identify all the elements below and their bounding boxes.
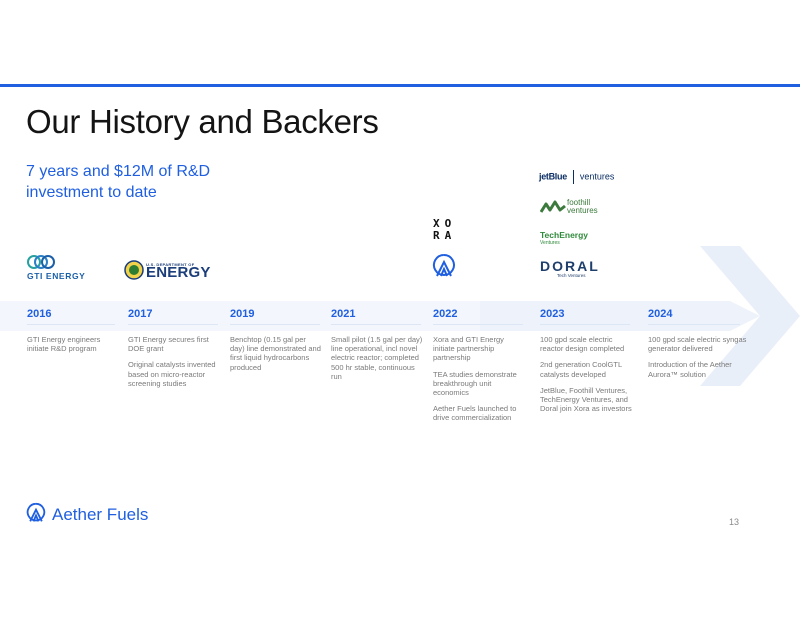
- timeline-item: GTI Energy engineers initiate R&D progra…: [27, 335, 101, 354]
- timeline-item: Benchtop (0.15 gal per day) line demonst…: [230, 335, 321, 372]
- logo-divider: [572, 170, 574, 184]
- timeline-divider: [128, 324, 218, 325]
- top-accent-bar: [0, 84, 800, 87]
- timeline-year: 2021: [331, 308, 356, 320]
- jetblue-ventures-logo: jetBlue ventures: [539, 170, 614, 184]
- subtitle-line-2: investment to date: [26, 184, 157, 201]
- xora-logo: XO RA: [433, 217, 457, 242]
- subtitle-line-1: 7 years and $12M of R&D: [26, 163, 211, 180]
- foothill-ventures-logo-text: foothill ventures: [567, 199, 598, 215]
- timeline-text: Benchtop (0.15 gal per day) line demonst…: [230, 335, 322, 379]
- timeline-text: Small pilot (1.5 gal per day) line opera…: [331, 335, 425, 388]
- doral-logo-subtext: Tech Ventures: [557, 273, 586, 278]
- gti-energy-logo-text: GTI ENERGY: [27, 271, 86, 281]
- doe-logo-text: ENERGY: [146, 264, 211, 281]
- jetblue-logo-text: jetBlue: [539, 171, 567, 182]
- timeline-text: 100 gpd scale electric reactor design co…: [540, 335, 634, 420]
- timeline-divider: [648, 324, 740, 325]
- timeline-year: 2016: [27, 308, 52, 320]
- timeline-year: 2019: [230, 308, 255, 320]
- timeline-item: Xora and GTI Energy initiate partnership…: [433, 335, 504, 363]
- timeline-divider: [27, 324, 115, 325]
- timeline-item: Introduction of the Aether Aurora™ solut…: [648, 360, 732, 379]
- page-number: 13: [729, 517, 740, 527]
- foothill-ventures-mountain-icon: [540, 200, 566, 213]
- techenergy-logo-text: TechEnergy: [540, 230, 589, 240]
- timeline-item: Original catalysts invented based on mic…: [128, 360, 216, 388]
- page-subtitle: 7 years and $12M of R&D investment to da…: [26, 161, 256, 203]
- timeline-divider: [331, 324, 421, 325]
- timeline-text: GTI Energy secures first DOE grant Origi…: [128, 335, 220, 395]
- timeline-item: GTI Energy secures first DOE grant: [128, 335, 209, 354]
- aether-fuels-logo-icon: [26, 502, 46, 522]
- timeline-divider: [540, 324, 630, 325]
- timeline-text: 100 gpd scale electric syngas generator …: [648, 335, 752, 386]
- timeline-item: 100 gpd scale electric syngas generator …: [648, 335, 747, 354]
- timeline-text: GTI Energy engineers initiate R&D progra…: [27, 335, 113, 360]
- timeline-item: 2nd generation CoolGTL catalysts develop…: [540, 360, 622, 379]
- gti-energy-logo-icon: [27, 255, 55, 269]
- timeline-divider: [433, 324, 523, 325]
- timeline-item: TEA studies demonstrate breakthrough uni…: [433, 369, 517, 398]
- foothill-line-2: ventures: [567, 206, 598, 215]
- timeline-item: JetBlue, Foothill Ventures, TechEnergy V…: [540, 385, 632, 414]
- page-title: Our History and Backers: [26, 103, 379, 140]
- aether-fuels-mark-icon: [432, 254, 455, 277]
- timeline-year: 2023: [540, 308, 565, 320]
- timeline-year: 2024: [648, 308, 673, 320]
- techenergy-logo-subtext: Ventures: [540, 240, 560, 246]
- timeline-divider: [230, 324, 320, 325]
- timeline-text: Xora and GTI Energy initiate partnership…: [433, 335, 525, 430]
- footer-brand-name: Aether Fuels: [52, 505, 149, 524]
- doral-logo-text: DORAL: [540, 258, 600, 274]
- timeline-item: 100 gpd scale electric reactor design co…: [540, 335, 625, 354]
- timeline-item: Aether Fuels launched to drive commercia…: [433, 404, 517, 423]
- jetblue-ventures-text: ventures: [579, 171, 615, 182]
- timeline-year: 2017: [128, 308, 153, 320]
- doe-seal-icon: [124, 260, 144, 280]
- timeline-item: Small pilot (1.5 gal per day) line opera…: [331, 335, 423, 381]
- timeline-year: 2022: [433, 308, 458, 320]
